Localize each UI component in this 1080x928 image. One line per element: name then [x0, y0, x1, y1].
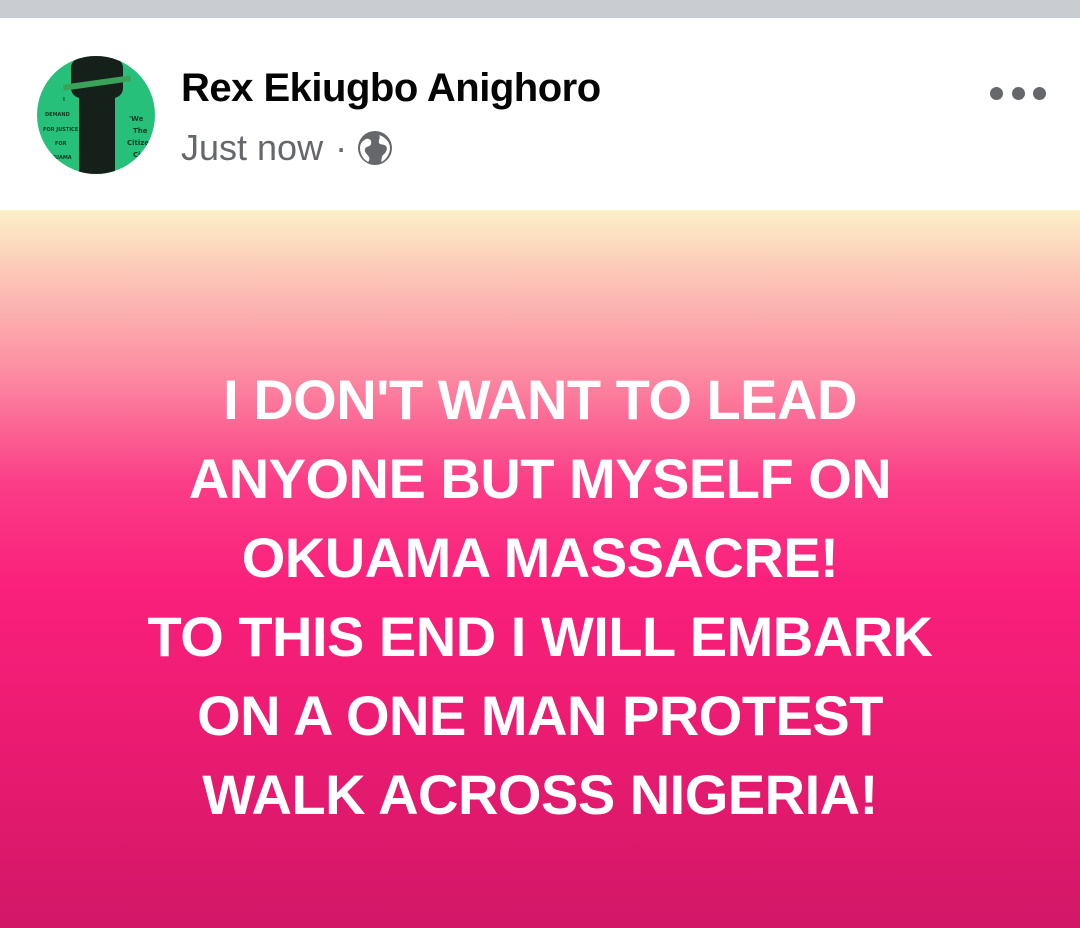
post-body-text: I DON'T WANT TO LEAD ANYONE BUT MYSELF O… [40, 360, 1040, 834]
avatar[interactable]: I DEMAND FOR JUSTICE FOR OKUAMA 'We The … [37, 56, 155, 174]
meta-separator: · [335, 127, 348, 168]
avatar-text: Citizen [127, 139, 155, 147]
post-body-line: I DON'T WANT TO LEAD [223, 368, 857, 431]
post-timestamp[interactable]: Just now [181, 127, 323, 169]
avatar-text: DEMAND [45, 112, 70, 118]
post-background: I DON'T WANT TO LEAD ANYONE BUT MYSELF O… [0, 210, 1080, 928]
author-name[interactable]: Rex Ekiugbo Anighoro [181, 66, 601, 111]
avatar-text: The [133, 127, 148, 135]
avatar-text: FOR [55, 141, 67, 147]
avatar-text: Ci [133, 151, 141, 159]
post-body-line: ON A ONE MAN PROTEST [197, 684, 883, 747]
avatar-text: FOR JUSTICE [43, 127, 79, 133]
post-meta: Just now · [181, 126, 393, 170]
more-dot [990, 86, 1003, 100]
avatar-text: OKUAMA [47, 155, 72, 161]
post-body-line: TO THIS END I WILL EMBARK [147, 605, 933, 668]
more-options-icon[interactable] [990, 68, 1046, 118]
more-dot [1011, 86, 1025, 100]
post-body-line: WALK ACROSS NIGERIA! [202, 763, 878, 826]
top-status-strip [0, 0, 1080, 18]
avatar-text: I [63, 97, 65, 103]
post-body-line: OKUAMA MASSACRE! [241, 526, 839, 589]
more-dot [1033, 86, 1046, 100]
avatar-text: 'We [129, 115, 144, 123]
globe-icon[interactable] [357, 130, 393, 166]
post-header: I DEMAND FOR JUSTICE FOR OKUAMA 'We The … [0, 18, 1080, 210]
post-body-line: ANYONE BUT MYSELF ON [188, 447, 892, 510]
